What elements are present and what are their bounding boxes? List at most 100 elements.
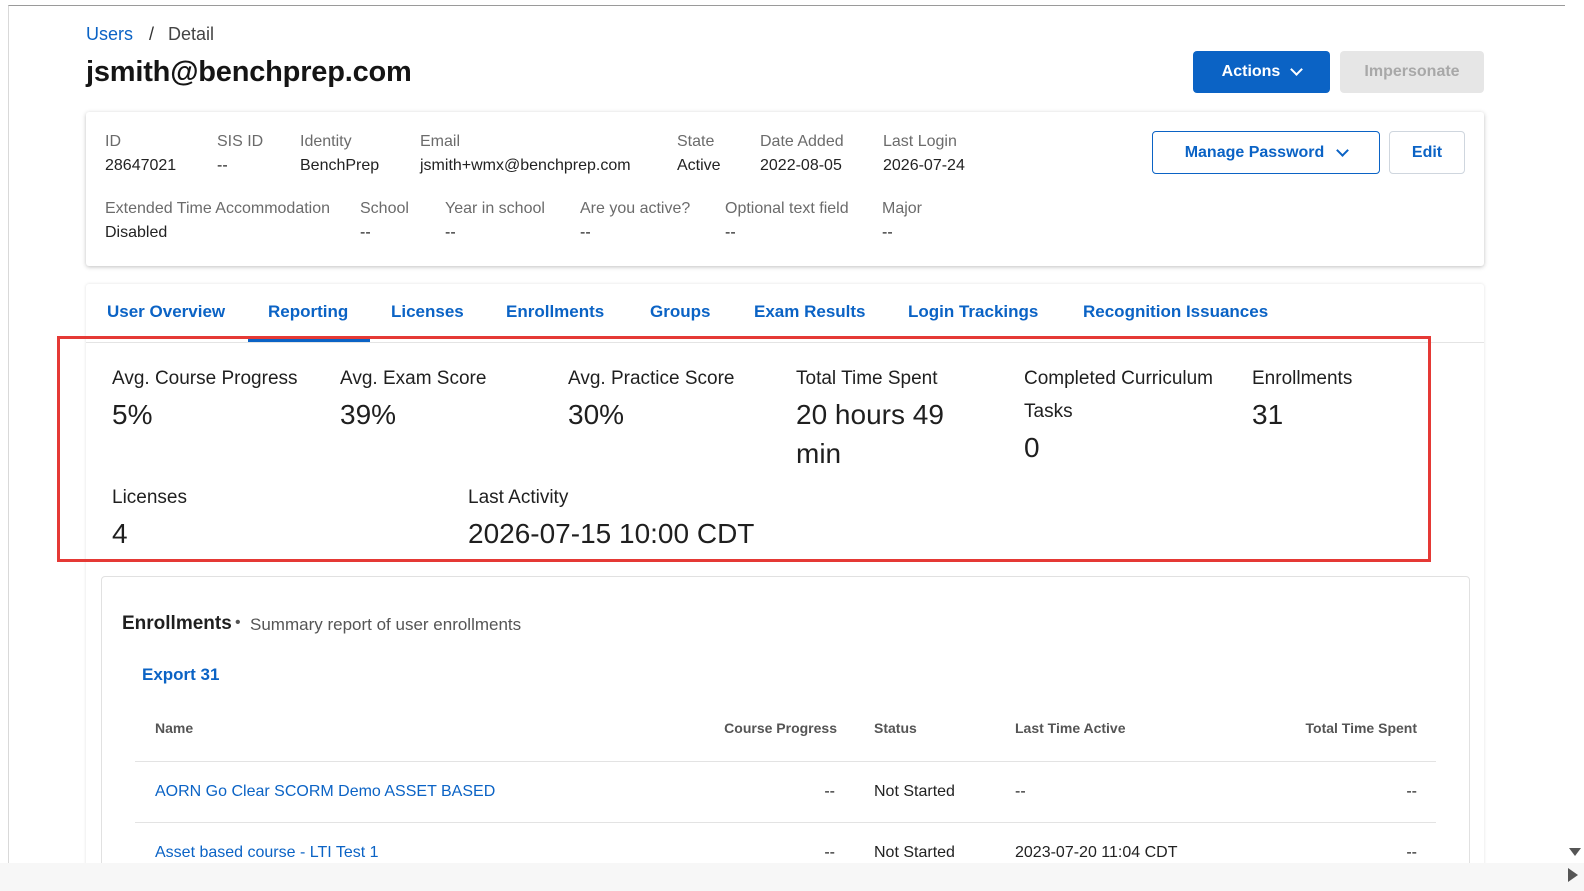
user-detail-page: Users / Detail jsmith@benchprep.com Acti… [9, 6, 1565, 863]
scroll-right-arrow-icon[interactable] [1568, 868, 1578, 882]
stat-value: 0 [1024, 432, 1040, 463]
manage-password-button[interactable]: Manage Password [1152, 131, 1380, 174]
field-value: Disabled [105, 224, 168, 241]
edit-button-label: Edit [1411, 143, 1443, 161]
column-header-last-time-active[interactable]: Last Time Active [1015, 720, 1126, 736]
field-year-in-school: Year in school -- [445, 199, 545, 243]
scroll-down-arrow-icon[interactable] [1569, 848, 1581, 856]
tab-user-overview[interactable]: User Overview [107, 302, 225, 322]
stat-label: Total Time Spent [796, 368, 938, 389]
enrollment-name-link[interactable]: Asset based course - LTI Test 1 [155, 844, 379, 862]
course-progress-cell: -- [824, 783, 835, 800]
title-separator: • [235, 614, 241, 631]
tab-bar: User Overview Reporting Licenses Enrollm… [86, 284, 1484, 343]
horizontal-scrollbar[interactable] [0, 863, 1584, 891]
total-time-spent-cell: -- [1406, 783, 1417, 800]
tab-reporting[interactable]: Reporting [268, 302, 348, 322]
field-label: Major [882, 200, 923, 217]
field-value: -- [360, 224, 371, 241]
stat-enrollments: Enrollments 31 [1252, 362, 1452, 434]
stat-avg-practice-score: Avg. Practice Score 30% [568, 362, 778, 434]
field-major: Major -- [882, 199, 922, 243]
field-value: 2022-08-05 [760, 157, 842, 174]
field-date-added: Date Added 2022-08-05 [760, 132, 844, 176]
field-sis-id: SIS ID -- [217, 132, 263, 176]
breadcrumb-current: Detail [168, 24, 215, 44]
stat-label: Avg. Course Progress [112, 368, 298, 389]
field-are-you-active: Are you active? -- [580, 199, 690, 243]
stat-value: 4 [112, 518, 128, 549]
stat-label: Avg. Practice Score [568, 368, 735, 389]
field-label: Are you active? [580, 200, 691, 217]
field-id: ID 28647021 [105, 132, 176, 176]
enrollments-subtitle: Summary report of user enrollments [250, 615, 522, 634]
tab-groups[interactable]: Groups [650, 302, 710, 322]
field-value: 2026-07-24 [883, 157, 965, 174]
breadcrumb-users-link[interactable]: Users [86, 24, 133, 45]
stat-value: 30% [568, 399, 625, 430]
field-label: Last Login [883, 133, 957, 150]
tab-licenses[interactable]: Licenses [391, 302, 464, 322]
vertical-scrollbar[interactable] [1566, 5, 1584, 863]
status-cell: Not Started [874, 844, 955, 861]
total-time-spent-cell: -- [1406, 844, 1417, 861]
user-info-card: ID 28647021 SIS ID -- Identity BenchPrep… [86, 112, 1484, 266]
last-time-active-cell: 2023-07-20 11:04 CDT [1015, 844, 1178, 861]
field-label: Identity [300, 133, 352, 150]
stat-last-activity: Last Activity 2026-07-15 10:00 CDT [468, 481, 888, 553]
field-value: Active [677, 157, 721, 174]
stat-value: 20 hours 49 min [796, 399, 944, 469]
column-header-total-time-spent[interactable]: Total Time Spent [1306, 720, 1418, 736]
field-optional-text: Optional text field -- [725, 199, 849, 243]
stat-licenses: Licenses 4 [112, 481, 412, 553]
export-button[interactable]: Export 31 [142, 665, 219, 685]
field-label: Optional text field [725, 200, 849, 217]
table-divider [135, 761, 1436, 762]
column-header-status[interactable]: Status [874, 720, 917, 736]
field-state: State Active [677, 132, 721, 176]
field-label: SIS ID [217, 133, 264, 150]
field-label: ID [105, 133, 121, 150]
impersonate-button-label: Impersonate [1364, 63, 1460, 80]
stat-label: Enrollments [1252, 368, 1353, 389]
enrollments-title: Enrollments [122, 613, 232, 634]
enrollments-card: Enrollments • Summary report of user enr… [101, 576, 1470, 863]
edit-button[interactable]: Edit [1389, 131, 1465, 174]
field-value: -- [217, 157, 228, 174]
stat-label: Completed Curriculum Tasks [1024, 368, 1214, 422]
stat-avg-course-progress: Avg. Course Progress 5% [112, 362, 322, 434]
field-label: Email [420, 133, 461, 150]
impersonate-button[interactable]: Impersonate [1340, 51, 1484, 93]
field-school: School -- [360, 199, 409, 243]
field-identity: Identity BenchPrep [300, 132, 379, 176]
column-header-name[interactable]: Name [155, 720, 193, 736]
manage-password-label: Manage Password [1184, 143, 1325, 161]
enrollment-name-link[interactable]: AORN Go Clear SCORM Demo ASSET BASED [155, 783, 495, 801]
page-title: jsmith@benchprep.com [86, 56, 412, 88]
chevron-down-icon [1290, 63, 1304, 76]
stat-label: Licenses [112, 487, 187, 508]
field-value: -- [580, 224, 591, 241]
course-progress-cell: -- [824, 844, 835, 861]
field-label: School [360, 200, 409, 217]
stat-value: 2026-07-15 10:00 CDT [468, 518, 755, 549]
tab-exam-results[interactable]: Exam Results [754, 302, 866, 322]
status-cell: Not Started [874, 783, 955, 800]
stat-total-time-spent: Total Time Spent 20 hours 49 min [796, 362, 966, 473]
field-last-login: Last Login 2026-07-24 [883, 132, 965, 176]
field-value: BenchPrep [300, 157, 380, 174]
tab-login-trackings[interactable]: Login Trackings [908, 302, 1038, 322]
field-label: Date Added [760, 133, 844, 150]
table-divider [135, 822, 1436, 823]
tab-enrollments[interactable]: Enrollments [506, 302, 604, 322]
field-email: Email jsmith+wmx@benchprep.com [420, 132, 631, 176]
field-label: Year in school [445, 200, 545, 217]
actions-button[interactable]: Actions [1193, 51, 1330, 93]
stat-avg-exam-score: Avg. Exam Score 39% [340, 362, 550, 434]
column-header-course-progress[interactable]: Course Progress [724, 720, 837, 736]
breadcrumb-separator: / [149, 24, 155, 44]
tab-recognition-issuances[interactable]: Recognition Issuances [1083, 302, 1268, 322]
active-tab-indicator [248, 339, 370, 342]
stat-label: Last Activity [468, 487, 569, 508]
breadcrumb: Users / Detail [86, 24, 214, 45]
